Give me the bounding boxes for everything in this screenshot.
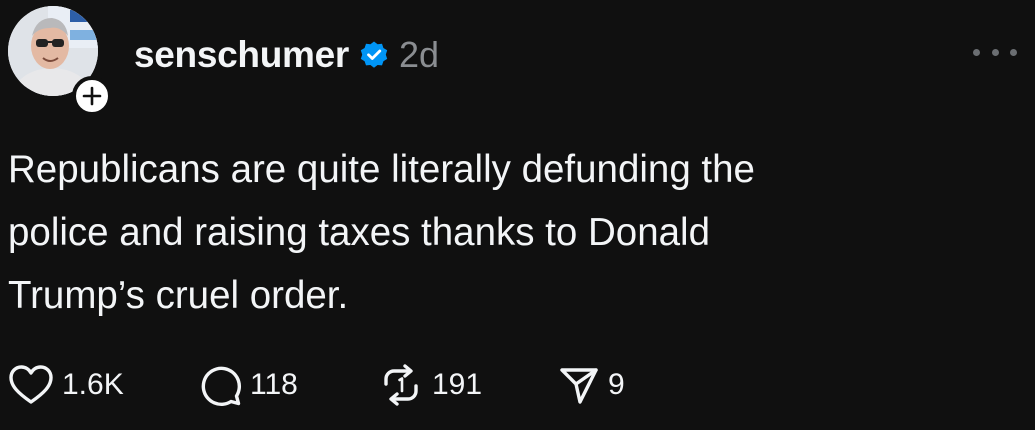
- comment-icon: [201, 366, 242, 407]
- heart-icon: [9, 365, 53, 404]
- username-link[interactable]: senschumer: [134, 34, 349, 76]
- share-count: 9: [608, 368, 625, 401]
- post-timestamp[interactable]: 2d: [399, 34, 439, 76]
- repost-icon: [384, 364, 418, 406]
- like-count: 1.6K: [62, 368, 124, 401]
- more-horizontal-icon: [1010, 48, 1017, 56]
- send-icon: [560, 368, 598, 404]
- follow-button[interactable]: [72, 76, 112, 116]
- share-button[interactable]: 9: [558, 364, 625, 406]
- post-header: senschumer 2d: [134, 30, 439, 80]
- post-body: Republicans are quite literally defundin…: [8, 138, 998, 327]
- repost-count: 191: [432, 368, 483, 401]
- avatar-container[interactable]: [8, 6, 112, 116]
- more-horizontal-icon: [973, 48, 980, 56]
- repost-button[interactable]: 191: [378, 364, 558, 406]
- reply-button[interactable]: 118: [198, 363, 378, 407]
- plus-icon: [82, 86, 102, 106]
- more-options-button[interactable]: [973, 40, 1017, 64]
- verified-badge-icon: [359, 40, 389, 70]
- like-button[interactable]: 1.6K: [8, 364, 198, 406]
- more-horizontal-icon: [991, 48, 999, 56]
- post-text-line: Trump’s cruel order.: [8, 274, 349, 317]
- thread-post: senschumer 2d Republicans are quite lite…: [0, 0, 1035, 430]
- post-actions: 1.6K 118 191 9: [8, 360, 625, 410]
- post-text-line: police and raising taxes thanks to Donal…: [8, 211, 710, 254]
- post-text-line: Republicans are quite literally defundin…: [8, 148, 755, 191]
- reply-count: 118: [250, 368, 298, 401]
